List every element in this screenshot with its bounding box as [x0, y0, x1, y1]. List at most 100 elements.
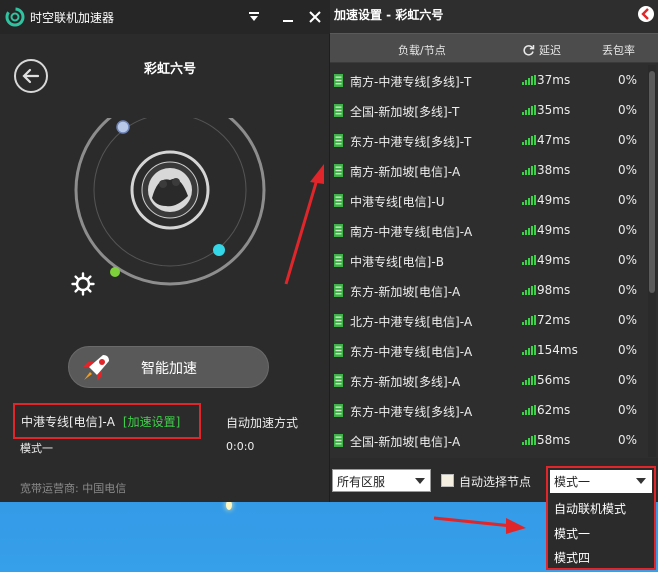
- table-row[interactable]: 东方-中港专线[多线]-A 62ms 0%: [330, 395, 646, 425]
- server-icon: [334, 104, 343, 117]
- row-latency: 49ms: [537, 253, 571, 267]
- node-list-scrollbar[interactable]: [648, 65, 656, 457]
- close-icon: [309, 11, 321, 23]
- row-node-name: 南方-中港专线[多线]-T: [350, 75, 472, 89]
- table-header: 负载/节点 延迟 丢包率: [330, 33, 658, 63]
- row-loss: 0%: [618, 223, 638, 237]
- table-row[interactable]: 中港专线[电信]-U 49ms 0%: [330, 185, 646, 215]
- swirl-logo-icon: [5, 7, 25, 27]
- region-select-value: 所有区服: [337, 475, 386, 489]
- signal-bars-icon: [522, 375, 536, 385]
- accel-settings-link[interactable]: [加速设置]: [123, 413, 180, 430]
- rocket-icon: [83, 355, 109, 381]
- row-loss: 0%: [618, 73, 638, 87]
- scroll-thumb[interactable]: [649, 71, 655, 293]
- table-row[interactable]: 东方-中港专线[电信]-A 154ms 0%: [330, 335, 646, 365]
- row-latency: 98ms: [537, 283, 571, 297]
- col-node: 负载/节点: [398, 44, 446, 57]
- auto-mode-label: 自动加速方式: [226, 416, 299, 430]
- row-latency: 38ms: [537, 163, 571, 177]
- table-row[interactable]: 东方-中港专线[多线]-T 47ms 0%: [330, 125, 646, 155]
- col-latency-label: 延迟: [539, 44, 561, 57]
- table-row[interactable]: 南方-中港专线[电信]-A 49ms 0%: [330, 215, 646, 245]
- row-latency: 58ms: [537, 433, 571, 447]
- mode-value: 模式一: [20, 442, 53, 455]
- row-latency: 49ms: [537, 193, 571, 207]
- minimize-button[interactable]: [277, 6, 299, 28]
- mode-option-one[interactable]: 模式一: [554, 525, 590, 542]
- row-loss: 0%: [618, 433, 638, 447]
- panel-back-button[interactable]: [638, 6, 654, 22]
- server-icon: [334, 224, 343, 237]
- row-node-name: 东方-新加坡[电信]-A: [350, 285, 461, 299]
- signal-bars-icon: [522, 195, 536, 205]
- current-node-name: 中港专线[电信]-A: [21, 414, 115, 429]
- row-node-name: 东方-新加坡[多线]-A: [350, 375, 461, 389]
- region-select[interactable]: 所有区服: [332, 469, 431, 492]
- row-node-name: 中港专线[电信]-U: [350, 195, 445, 209]
- table-row[interactable]: 全国-新加坡[电信]-A 58ms 0%: [330, 425, 646, 455]
- server-icon: [334, 434, 343, 447]
- table-row[interactable]: 南方-新加坡[电信]-A 38ms 0%: [330, 155, 646, 185]
- server-icon: [334, 344, 343, 357]
- game-name: 彩虹六号: [143, 62, 196, 77]
- panel-title: 加速设置 - 彩虹六号: [334, 8, 444, 22]
- mode-select[interactable]: 模式一: [550, 470, 652, 493]
- col-latency[interactable]: 延迟: [522, 42, 561, 58]
- row-latency: 37ms: [537, 73, 571, 87]
- row-latency: 35ms: [537, 103, 571, 117]
- server-icon: [334, 74, 343, 87]
- signal-bars-icon: [522, 345, 536, 355]
- settings-button[interactable]: [71, 272, 95, 296]
- server-icon: [334, 164, 343, 177]
- table-row[interactable]: 全国-新加坡[多线]-T 35ms 0%: [330, 95, 646, 125]
- elapsed-timer: 0:0:0: [226, 440, 255, 453]
- main-window: 时空联机加速器 彩虹六号 智能加速 中港专线[电信]-A [加速设置] 自动加速…: [0, 0, 330, 502]
- row-loss: 0%: [618, 193, 638, 207]
- row-loss: 0%: [618, 283, 638, 297]
- signal-bars-icon: [522, 225, 536, 235]
- row-loss: 0%: [618, 163, 638, 177]
- menu-down-icon: [249, 12, 259, 21]
- row-latency: 154ms: [537, 343, 578, 357]
- row-node-name: 东方-中港专线[多线]-A: [350, 405, 473, 419]
- server-icon: [334, 284, 343, 297]
- smart-accelerate-button[interactable]: 智能加速: [68, 346, 269, 388]
- close-button[interactable]: [304, 6, 326, 28]
- server-icon: [334, 314, 343, 327]
- row-loss: 0%: [618, 133, 638, 147]
- auto-select-label: 自动选择节点: [459, 475, 532, 489]
- row-latency: 47ms: [537, 133, 571, 147]
- orbit-visual: [74, 118, 266, 286]
- table-row[interactable]: 中港专线[电信]-B 49ms 0%: [330, 245, 646, 275]
- mode-option-auto[interactable]: 自动联机模式: [554, 500, 626, 517]
- auto-select-checkbox[interactable]: [441, 474, 454, 487]
- back-arrow-icon: [22, 68, 40, 84]
- chevron-down-icon: [636, 478, 646, 484]
- chevron-down-icon: [415, 478, 425, 484]
- isp-label: 宽带运营商: 中国电信: [20, 482, 127, 495]
- row-node-name: 东方-中港专线[多线]-T: [350, 135, 472, 149]
- signal-bars-icon: [522, 165, 536, 175]
- chevron-left-icon: [641, 8, 649, 20]
- table-row[interactable]: 东方-新加坡[多线]-A 56ms 0%: [330, 365, 646, 395]
- refresh-icon: [523, 44, 535, 56]
- row-node-name: 东方-中港专线[电信]-A: [350, 345, 473, 359]
- row-latency: 56ms: [537, 373, 571, 387]
- back-button[interactable]: [14, 59, 48, 93]
- title-bar: 时空联机加速器: [0, 0, 330, 34]
- smart-accelerate-label: 智能加速: [141, 361, 197, 377]
- table-row[interactable]: 南方-中港专线[多线]-T 37ms 0%: [330, 65, 646, 95]
- current-node-box: 中港专线[电信]-A [加速设置]: [13, 403, 201, 439]
- game-avatar: [148, 168, 192, 212]
- table-row[interactable]: 东方-新加坡[电信]-A 98ms 0%: [330, 275, 646, 305]
- server-icon: [334, 194, 343, 207]
- mode-select-value: 模式一: [554, 475, 591, 489]
- menu-button[interactable]: [243, 6, 265, 28]
- row-node-name: 中港专线[电信]-B: [350, 255, 444, 269]
- signal-bars-icon: [522, 135, 536, 145]
- table-row[interactable]: 北方-中港专线[电信]-A 72ms 0%: [330, 305, 646, 335]
- mode-option-four[interactable]: 模式四: [554, 549, 590, 566]
- server-icon: [334, 254, 343, 267]
- signal-bars-icon: [522, 405, 536, 415]
